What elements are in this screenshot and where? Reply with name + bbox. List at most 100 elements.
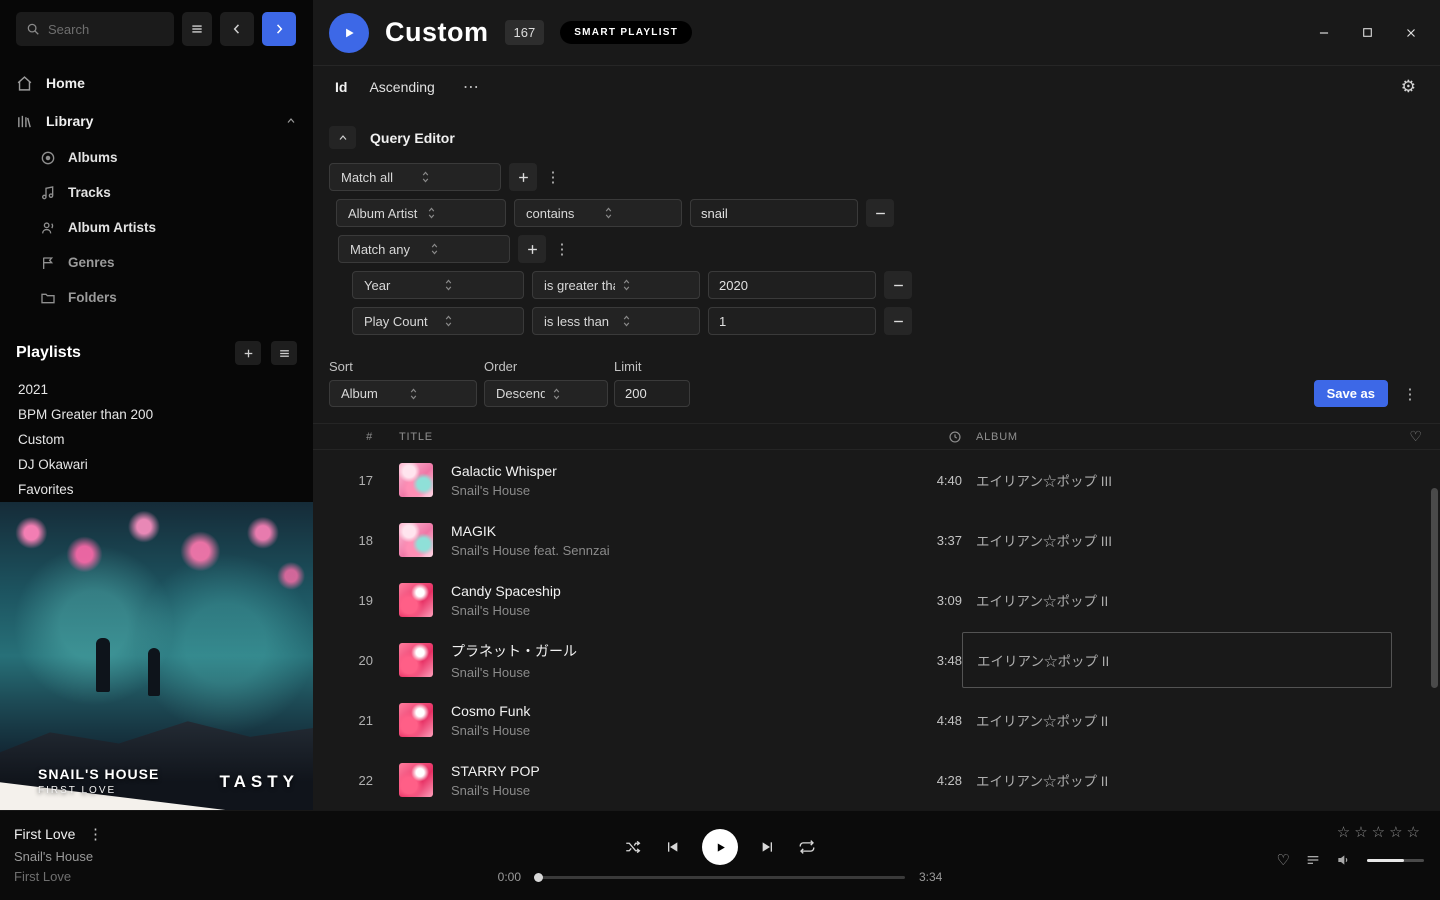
track-table: # TITLE ALBUM ♡ 17 Galactic Whisper Snai… — [313, 423, 1440, 804]
star-icon[interactable]: ☆ — [1407, 824, 1424, 841]
add-playlist-button[interactable] — [235, 341, 261, 365]
close-button[interactable] — [1404, 26, 1418, 40]
rule-field-select[interactable]: Play Count — [352, 307, 524, 335]
playlist-item[interactable]: DJ Okawari — [0, 452, 313, 477]
table-row[interactable]: 22 STARRY POP Snail's House 4:28 エイリアン☆ポ… — [313, 750, 1440, 804]
nav-forward-button[interactable] — [262, 12, 296, 46]
repeat-icon[interactable] — [798, 838, 816, 856]
rule-field-select[interactable]: Year — [352, 271, 524, 299]
save-menu-icon[interactable]: ⋮ — [1402, 385, 1418, 403]
shuffle-icon[interactable] — [624, 838, 642, 856]
favorite-heart-icon[interactable]: ♡ — [1277, 851, 1290, 869]
rule-operator-select[interactable]: is less than — [532, 307, 700, 335]
column-header-number[interactable]: # — [313, 431, 373, 443]
sidebar-item-home[interactable]: Home — [0, 64, 313, 102]
rule-operator-select[interactable]: is greater than — [532, 271, 700, 299]
now-playing-artwork[interactable]: SNAIL'S HOUSE FIRST LOVE TASTY — [0, 502, 313, 810]
playlist-options-button[interactable] — [271, 341, 297, 365]
column-header-duration[interactable] — [882, 430, 962, 444]
progress-knob[interactable] — [534, 873, 543, 882]
now-playing-artist: Snail's House — [14, 849, 103, 864]
track-album: エイリアン☆ポップ II — [962, 590, 1392, 610]
rule-row: Year is greater than — [352, 271, 1418, 299]
nav-back-button[interactable] — [220, 12, 254, 46]
star-icon[interactable]: ☆ — [1354, 824, 1371, 841]
rule-operator-select[interactable]: contains — [514, 199, 682, 227]
search-input[interactable] — [48, 22, 164, 37]
sort-toolbar: Id Ascending ⋯ ⚙ — [313, 66, 1440, 108]
add-rule-button[interactable] — [509, 163, 537, 191]
table-row[interactable]: 20 プラネット・ガール Snail's House 3:48 エイリアン☆ポッ… — [313, 630, 1440, 690]
table-row[interactable]: 17 Galactic Whisper Snail's House 4:40 エ… — [313, 450, 1440, 510]
more-options-icon[interactable]: ⋯ — [463, 77, 479, 97]
rule-value-input[interactable] — [708, 307, 876, 335]
artwork-label: TASTY — [220, 772, 299, 792]
minimize-button[interactable] — [1317, 26, 1331, 40]
page-title: Custom — [385, 17, 489, 48]
sidebar-item-album-artists[interactable]: Album Artists — [0, 210, 313, 245]
select-value: Album Artist — [348, 206, 420, 221]
order-select[interactable]: Descending — [484, 380, 608, 407]
sort-select[interactable]: Album — [329, 380, 477, 407]
sidebar-item-folders[interactable]: Folders — [0, 280, 313, 315]
gear-icon[interactable]: ⚙ — [1401, 77, 1416, 97]
select-value: Descending — [496, 386, 545, 401]
match-all-select[interactable]: Match all — [329, 163, 501, 191]
track-artist: Snail's House — [451, 603, 561, 618]
playlist-item[interactable]: Custom — [0, 427, 313, 452]
rule-field-select[interactable]: Album Artist — [336, 199, 506, 227]
queue-icon[interactable] — [1305, 852, 1321, 868]
column-header-title[interactable]: TITLE — [373, 431, 882, 443]
previous-track-icon[interactable] — [664, 839, 680, 855]
star-icon[interactable]: ☆ — [1372, 824, 1389, 841]
track-album-focused[interactable]: エイリアン☆ポップ II — [962, 632, 1392, 688]
maximize-button[interactable] — [1361, 26, 1374, 39]
save-as-button[interactable]: Save as — [1314, 380, 1388, 407]
sort-direction-button[interactable]: Ascending — [369, 79, 434, 95]
star-icon[interactable]: ☆ — [1389, 824, 1406, 841]
track-thumbnail — [399, 583, 433, 617]
volume-slider[interactable] — [1367, 859, 1424, 862]
star-icon[interactable]: ☆ — [1337, 824, 1354, 841]
limit-input[interactable] — [614, 380, 690, 407]
sidebar-item-genres[interactable]: Genres — [0, 245, 313, 280]
table-row[interactable]: 21 Cosmo Funk Snail's House 4:48 エイリアン☆ポ… — [313, 690, 1440, 750]
remove-rule-button[interactable] — [884, 271, 912, 299]
group-menu-icon[interactable]: ⋮ — [545, 168, 561, 186]
play-pause-button[interactable] — [702, 829, 738, 865]
track-artist: Snail's House — [451, 723, 530, 738]
volume-icon[interactable] — [1336, 852, 1352, 868]
column-header-album[interactable]: ALBUM — [962, 431, 1392, 443]
group-menu-icon[interactable]: ⋮ — [554, 240, 570, 258]
select-value: Play Count — [364, 314, 437, 329]
search-box[interactable] — [16, 12, 174, 46]
playlist-item[interactable]: Favorites — [0, 477, 313, 502]
now-playing-menu-icon[interactable]: ⋮ — [87, 825, 103, 843]
search-icon — [26, 22, 40, 36]
sidebar-item-tracks[interactable]: Tracks — [0, 175, 313, 210]
next-track-icon[interactable] — [760, 839, 776, 855]
match-any-select[interactable]: Match any — [338, 235, 510, 263]
menu-button[interactable] — [182, 12, 212, 46]
play-playlist-button[interactable] — [329, 13, 369, 53]
add-rule-button[interactable] — [518, 235, 546, 263]
sidebar-item-library[interactable]: Library — [0, 102, 313, 140]
collapse-query-editor-button[interactable] — [329, 126, 356, 149]
remove-rule-button[interactable] — [884, 307, 912, 335]
column-header-favorite[interactable]: ♡ — [1392, 428, 1440, 445]
track-thumbnail — [399, 463, 433, 497]
playlist-item[interactable]: BPM Greater than 200 — [0, 402, 313, 427]
artwork-artist: SNAIL'S HOUSE — [38, 766, 159, 782]
progress-bar[interactable] — [535, 876, 905, 879]
playlist-item[interactable]: 2021 — [0, 377, 313, 402]
sort-field-button[interactable]: Id — [335, 79, 347, 95]
table-row[interactable]: 19 Candy Spaceship Snail's House 3:09 エイ… — [313, 570, 1440, 630]
remove-rule-button[interactable] — [866, 199, 894, 227]
table-row[interactable]: 18 MAGIK Snail's House feat. Sennzai 3:3… — [313, 510, 1440, 570]
chevron-up-icon[interactable] — [285, 115, 297, 127]
scrollbar-thumb[interactable] — [1431, 488, 1438, 688]
sidebar-item-albums[interactable]: Albums — [0, 140, 313, 175]
rule-value-input[interactable] — [690, 199, 858, 227]
rating-stars[interactable]: ☆☆☆☆☆ — [1277, 823, 1424, 841]
rule-value-input[interactable] — [708, 271, 876, 299]
